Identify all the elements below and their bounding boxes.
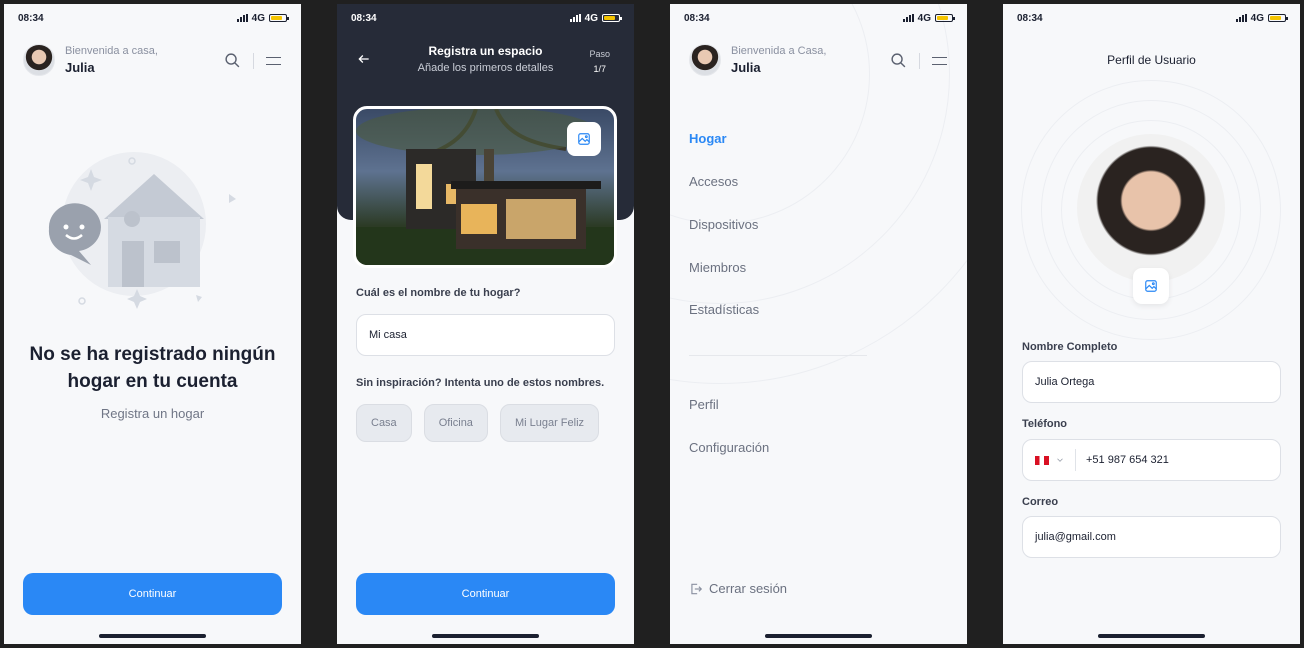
status-time: 08:34 xyxy=(351,12,377,24)
phone-field[interactable]: +51 987 654 321 xyxy=(1022,439,1281,481)
nav-item-hogar[interactable]: Hogar xyxy=(689,131,727,146)
status-time: 08:34 xyxy=(1017,12,1043,24)
greeting-text: Bienvenida a Casa, xyxy=(731,45,827,57)
image-icon xyxy=(1145,280,1157,292)
step-indicator: Paso 1/7 xyxy=(589,47,610,77)
nav-item-configuracion[interactable]: Configuración xyxy=(689,440,769,455)
screen-no-home: 08:34 4G Bienvenida a casa, Julia No se … xyxy=(4,4,301,644)
nav-item-estadisticas[interactable]: Estadísticas xyxy=(689,302,759,317)
menu-icon[interactable] xyxy=(266,56,281,65)
battery-icon xyxy=(935,14,955,22)
edit-profile-photo-button[interactable] xyxy=(1133,268,1169,304)
user-greeting: Bienvenida a casa, Julia xyxy=(23,44,158,76)
user-name: Julia xyxy=(65,60,95,75)
chevron-down-icon[interactable] xyxy=(1055,455,1065,465)
header-divider xyxy=(919,52,920,69)
header-divider xyxy=(253,52,254,69)
avatar[interactable] xyxy=(23,44,55,76)
battery-icon xyxy=(602,14,622,22)
menu-divider xyxy=(689,355,867,356)
home-indicator xyxy=(1098,634,1205,638)
network-label: 4G xyxy=(584,12,598,24)
full-name-field[interactable]: Julia Ortega xyxy=(1022,361,1281,403)
image-icon xyxy=(578,133,590,145)
suggestion-chip[interactable]: Oficina xyxy=(423,404,488,442)
nav-item-miembros[interactable]: Miembros xyxy=(689,260,746,275)
home-name-label: Cuál es el nombre de tu hogar? xyxy=(356,287,521,299)
phone-label: Teléfono xyxy=(1022,418,1068,430)
logout-button[interactable]: Cerrar sesión xyxy=(689,581,787,596)
home-indicator xyxy=(765,634,872,638)
empty-state-subtitle: Registra un hogar xyxy=(100,406,205,421)
email-field[interactable]: julia@gmail.com xyxy=(1022,516,1281,558)
peru-flag-icon xyxy=(1035,455,1049,465)
back-arrow-icon[interactable] xyxy=(357,52,371,66)
search-icon[interactable] xyxy=(890,52,907,69)
suggestion-chips: Casa Oficina Mi Lugar Feliz xyxy=(356,404,600,442)
continue-button[interactable]: Continuar xyxy=(356,573,615,615)
status-time: 08:34 xyxy=(684,12,710,24)
search-icon[interactable] xyxy=(224,52,241,69)
user-greeting: Bienvenida a Casa, Julia xyxy=(689,44,826,76)
signal-icon xyxy=(236,14,248,22)
status-bar: 08:34 4G xyxy=(1017,11,1288,25)
screen-user-profile: 08:34 4G Perfil de Usuario Nombre Comple… xyxy=(1003,4,1300,644)
page-subtitle: Añade los primeros detalles xyxy=(417,62,554,74)
home-name-input[interactable]: Mi casa xyxy=(356,314,615,356)
home-indicator xyxy=(432,634,539,638)
step-label: Paso xyxy=(589,49,610,59)
user-name: Julia xyxy=(731,60,761,75)
continue-button[interactable]: Continuar xyxy=(23,573,282,615)
status-bar: 08:34 4G xyxy=(18,11,289,25)
screen-register-space: 08:34 4G Registra un espacio Añade los p… xyxy=(337,4,634,644)
page-title: Registra un espacio xyxy=(428,44,543,58)
logout-label: Cerrar sesión xyxy=(709,581,788,596)
logout-icon xyxy=(691,583,703,594)
step-value: 1/7 xyxy=(593,64,606,74)
status-time: 08:34 xyxy=(18,12,44,24)
network-label: 4G xyxy=(917,12,931,24)
avatar[interactable] xyxy=(689,44,721,76)
email-label: Correo xyxy=(1022,496,1059,508)
signal-icon xyxy=(902,14,914,22)
signal-icon xyxy=(1235,14,1247,22)
nav-item-accesos[interactable]: Accesos xyxy=(689,174,738,189)
greeting-text: Bienvenida a casa, xyxy=(65,45,158,57)
empty-home-illustration xyxy=(48,152,236,309)
network-label: 4G xyxy=(251,12,265,24)
full-name-label: Nombre Completo xyxy=(1022,341,1118,353)
page-title: Perfil de Usuario xyxy=(1107,53,1196,67)
suggestion-chip[interactable]: Casa xyxy=(356,404,412,442)
battery-icon xyxy=(1268,14,1288,22)
status-bar: 08:34 4G xyxy=(684,11,955,25)
suggestions-label: Sin inspiración? Intenta uno de estos no… xyxy=(356,377,605,389)
menu-icon[interactable] xyxy=(932,56,947,65)
empty-state-title: No se ha registrado ningún hogar en tu c… xyxy=(14,341,291,395)
signal-icon xyxy=(569,14,581,22)
status-bar: 08:34 4G xyxy=(351,11,622,25)
phone-field-divider xyxy=(1075,449,1076,471)
suggestion-chip[interactable]: Mi Lugar Feliz xyxy=(499,404,600,442)
battery-icon xyxy=(269,14,289,22)
home-photo xyxy=(353,106,617,268)
network-label: 4G xyxy=(1250,12,1264,24)
phone-value: +51 987 654 321 xyxy=(1086,454,1169,466)
screen-side-menu: 08:34 4G Bienvenida a Casa, Julia Hogar … xyxy=(670,4,967,644)
nav-item-perfil[interactable]: Perfil xyxy=(689,397,719,412)
nav-item-dispositivos[interactable]: Dispositivos xyxy=(689,217,758,232)
profile-photo xyxy=(1077,134,1225,282)
home-indicator xyxy=(99,634,206,638)
empty-title-line-2: hogar en tu cuenta xyxy=(67,371,238,392)
edit-photo-button[interactable] xyxy=(567,122,601,156)
empty-title-line-1: No se ha registrado ningún xyxy=(29,344,276,365)
